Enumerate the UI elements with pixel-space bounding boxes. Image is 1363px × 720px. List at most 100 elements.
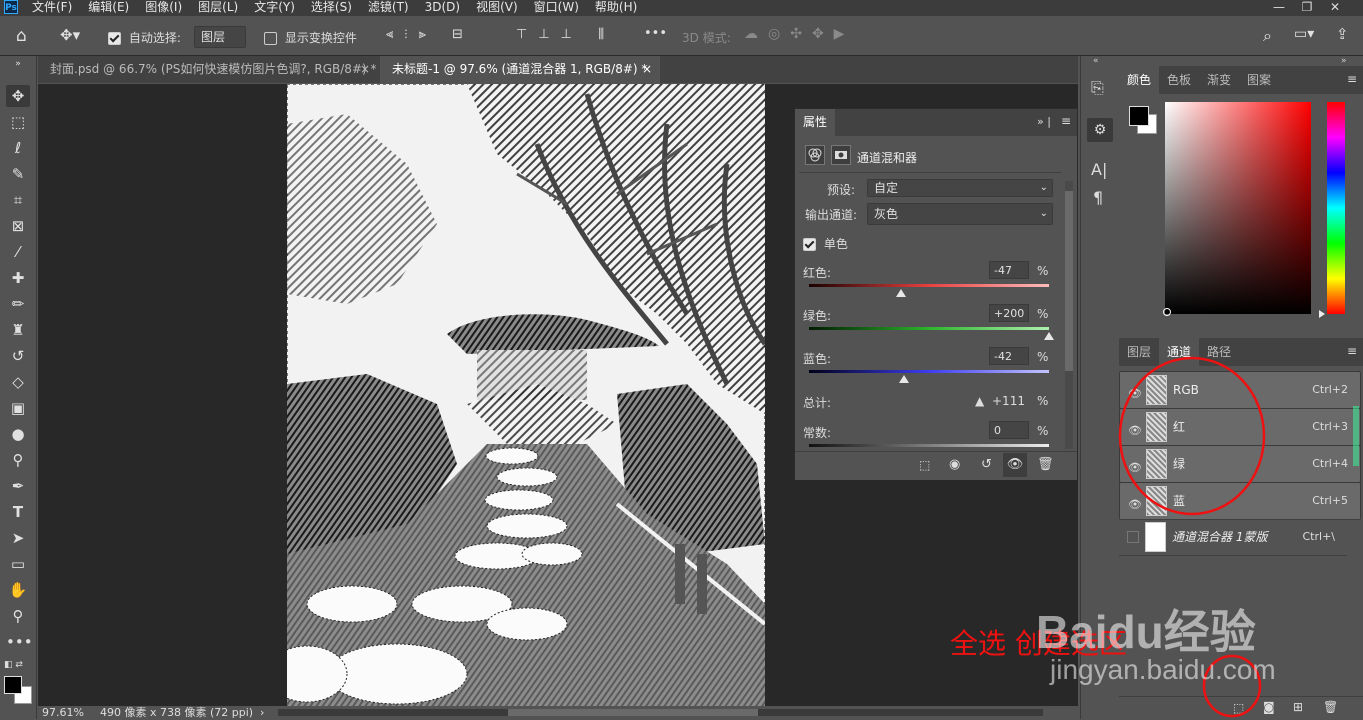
rectangle-tool-icon[interactable]: ▭	[6, 553, 30, 575]
collapse-icon[interactable]: »	[1341, 56, 1347, 66]
path-select-icon[interactable]: ➤	[6, 527, 30, 549]
brush-tool-icon[interactable]: ✏	[6, 293, 30, 315]
eraser-tool-icon[interactable]: ◇	[6, 371, 30, 393]
menu-view[interactable]: 视图(V)	[476, 0, 518, 16]
channels-scrollbar[interactable]	[1353, 406, 1359, 466]
tab-channels[interactable]: 通道	[1159, 338, 1199, 366]
reset-icon[interactable]: ↺	[981, 457, 992, 472]
close-icon[interactable]: ×	[360, 56, 370, 83]
tab-cover-psd[interactable]: 封面.psd @ 66.7% (PS如何快速模仿图片色调?, RGB/8#) *…	[38, 56, 378, 83]
menu-type[interactable]: 文字(Y)	[254, 0, 295, 16]
tab-untitled-1[interactable]: 未标题-1 @ 97.6% (通道混合器 1, RGB/8#) * ×	[380, 56, 660, 83]
hue-slider[interactable]	[1327, 102, 1345, 314]
zoom-tool-icon[interactable]: ⚲	[6, 605, 30, 627]
mask-icon[interactable]	[831, 145, 851, 165]
type-tool-icon[interactable]: T	[6, 501, 30, 523]
dodge-tool-icon[interactable]: ⚲	[6, 449, 30, 471]
load-selection-icon[interactable]: ⬚	[1233, 701, 1244, 715]
visibility-toggle[interactable]	[1127, 531, 1139, 543]
menu-image[interactable]: 图像(I)	[145, 0, 182, 16]
workspace-icon[interactable]: ▭▾	[1294, 26, 1314, 42]
close-window-button[interactable]: ✕	[1321, 0, 1349, 16]
green-value-input[interactable]: +200	[989, 304, 1029, 322]
collapse-icon[interactable]: »	[6, 59, 30, 69]
tab-patterns[interactable]: 图案	[1239, 66, 1279, 94]
blur-tool-icon[interactable]: ●	[6, 423, 30, 445]
history-brush-icon[interactable]: ↺	[6, 345, 30, 367]
channel-row-rgb[interactable]: 👁 RGB Ctrl+2	[1119, 371, 1361, 409]
status-arrow-icon[interactable]: ›	[260, 706, 264, 719]
green-slider-thumb[interactable]	[1044, 332, 1054, 340]
hue-slider-thumb[interactable]	[1319, 310, 1325, 318]
restore-button[interactable]: ❐	[1293, 0, 1321, 16]
constant-value-input[interactable]: 0	[989, 421, 1029, 439]
marquee-tool-icon[interactable]: ⬚	[6, 111, 30, 133]
eye-icon[interactable]: 👁	[1128, 421, 1142, 441]
lasso-tool-icon[interactable]: ℓ	[6, 137, 30, 159]
eyedropper-tool-icon[interactable]: ⁄	[6, 241, 30, 263]
menu-edit[interactable]: 编辑(E)	[88, 0, 129, 16]
share-icon[interactable]: ⇪	[1336, 25, 1349, 43]
green-slider-track[interactable]	[809, 327, 1049, 330]
canvas-image[interactable]	[287, 84, 765, 706]
red-slider-track[interactable]	[809, 284, 1049, 287]
menu-layer[interactable]: 图层(L)	[198, 0, 238, 16]
zoom-level[interactable]: 97.61%	[42, 706, 84, 719]
eye-icon[interactable]: 👁	[1128, 458, 1142, 478]
trash-icon[interactable]: 🗑	[1323, 700, 1338, 714]
more-options-button[interactable]: •••	[644, 26, 667, 41]
channel-row-mask[interactable]: 通道混合器 1蒙版 Ctrl+\	[1119, 519, 1347, 556]
move-tool-preset-icon[interactable]: ✥▾	[60, 26, 80, 44]
blue-slider-track[interactable]	[809, 370, 1049, 373]
menu-file[interactable]: 文件(F)	[32, 0, 72, 16]
tab-paths[interactable]: 路径	[1199, 338, 1239, 366]
preset-dropdown[interactable]: 自定 ⌄	[867, 179, 1053, 197]
eye-icon[interactable]: 👁	[1128, 495, 1142, 515]
tab-properties[interactable]: 属性	[795, 109, 835, 136]
swap-colors-icon[interactable]: ◧ ⇄	[4, 660, 23, 670]
crop-tool-icon[interactable]: ⌗	[6, 189, 30, 211]
pen-tool-icon[interactable]: ✒	[6, 475, 30, 497]
tab-gradients[interactable]: 渐变	[1199, 66, 1239, 94]
new-channel-icon[interactable]: ⊞	[1293, 700, 1303, 714]
home-icon[interactable]: ⌂	[16, 26, 27, 46]
blue-slider-thumb[interactable]	[898, 375, 909, 383]
scrollbar-thumb[interactable]	[508, 709, 758, 716]
healing-tool-icon[interactable]: ✚	[6, 267, 30, 289]
constant-slider-track[interactable]	[809, 444, 1049, 447]
menu-help[interactable]: 帮助(H)	[595, 0, 637, 16]
collapse-panel-icon[interactable]: » |	[1037, 115, 1051, 128]
hand-tool-icon[interactable]: ✋	[6, 579, 30, 601]
red-value-input[interactable]: -47	[989, 261, 1029, 279]
output-channel-dropdown[interactable]: 灰色 ⌄	[867, 203, 1053, 225]
clip-to-layer-icon[interactable]: ⬚	[919, 458, 930, 472]
history-icon[interactable]: ⎘	[1091, 78, 1104, 98]
menu-window[interactable]: 窗口(W)	[534, 0, 579, 16]
stamp-tool-icon[interactable]: ♜	[6, 319, 30, 341]
trash-icon[interactable]: 🗑	[1037, 457, 1054, 472]
frame-tool-icon[interactable]: ⊠	[6, 215, 30, 237]
panel-menu-icon[interactable]: ≡	[1347, 72, 1357, 86]
view-previous-icon[interactable]: ◉	[949, 457, 960, 472]
distribute-icons[interactable]: ⊤⊥⊥ ⫼	[516, 27, 615, 42]
panel-menu-icon[interactable]: ≡	[1061, 114, 1071, 128]
menu-select[interactable]: 选择(S)	[311, 0, 352, 16]
more-tools-icon[interactable]: •••	[6, 631, 33, 653]
collapse-icon[interactable]: «	[1093, 56, 1099, 66]
blue-value-input[interactable]: -42	[989, 347, 1029, 365]
save-selection-icon[interactable]: ◙	[1263, 700, 1275, 714]
auto-select-checkbox[interactable]	[108, 32, 121, 45]
align-icons[interactable]: ⫷⫶⫸ ⊟	[386, 27, 474, 42]
channel-row-green[interactable]: 👁 绿 Ctrl+4	[1119, 445, 1361, 483]
monochrome-checkbox[interactable]	[803, 238, 816, 251]
close-icon[interactable]: ×	[642, 56, 652, 83]
foreground-color-swatch[interactable]	[4, 676, 22, 694]
color-picker-field[interactable]	[1165, 102, 1311, 314]
menu-filter[interactable]: 滤镜(T)	[368, 0, 409, 16]
paragraph-icon[interactable]: ¶	[1093, 188, 1103, 207]
move-tool-icon[interactable]: ✥	[6, 85, 30, 107]
channel-row-blue[interactable]: 👁 蓝 Ctrl+5	[1119, 482, 1361, 520]
character-icon[interactable]: A|	[1091, 160, 1107, 179]
scrollbar-thumb[interactable]	[1065, 191, 1073, 371]
tab-layers[interactable]: 图层	[1119, 338, 1159, 366]
